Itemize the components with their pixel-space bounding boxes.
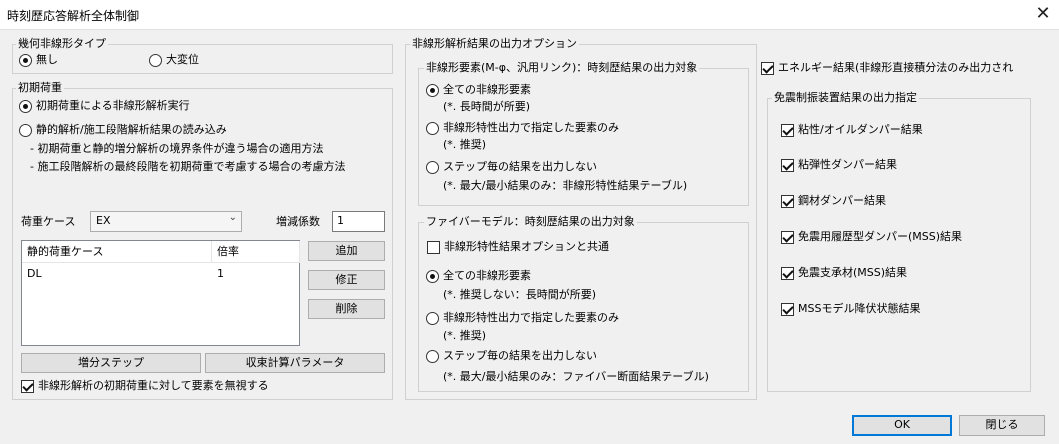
- column-header-load-case[interactable]: 静的荷重ケース: [22, 241, 212, 263]
- damper-item-checkbox-2[interactable]: [781, 159, 794, 172]
- initial-load-note-2: - 施工段階解析の最終段階を初期荷重で考慮する場合の考慮方法: [30, 160, 346, 173]
- elements-none-radio[interactable]: [426, 161, 439, 174]
- delete-button[interactable]: 削除: [308, 299, 385, 319]
- elements-specified-label: 非線形特性出力で指定した要素のみ: [443, 121, 619, 134]
- window-title: 時刻歴応答解析全体制御: [7, 9, 140, 23]
- geom-none-radio[interactable]: [19, 54, 32, 67]
- factor-label: 増減係数: [276, 215, 320, 228]
- initial-load-run-radio[interactable]: [19, 100, 32, 113]
- output-options-label: 非線形解析結果の出力オプション: [410, 37, 579, 51]
- damper-output-group: [767, 98, 1031, 392]
- energy-result-checkbox[interactable]: [761, 62, 774, 75]
- ignore-elements-label: 非線形解析の初期荷重に対して要素を無視する: [38, 379, 269, 392]
- table-row-factor[interactable]: 1: [212, 265, 300, 283]
- damper-item-label-4: 免震用履歴型ダンパー(MSS)結果: [798, 230, 963, 243]
- initial-load-read-label: 静的解析/施工段階解析結果の読み込み: [36, 123, 227, 136]
- load-case-combo[interactable]: EX ⌄: [90, 211, 242, 232]
- fiber-all-note: (*. 推奨しない：長時間が所要): [443, 288, 597, 301]
- initial-load-read-radio[interactable]: [19, 124, 32, 137]
- elements-none-note: (*. 最大/最小結果のみ：非線形特性結果テーブル): [443, 179, 688, 192]
- modify-button[interactable]: 修正: [308, 270, 385, 290]
- damper-item-label-2: 粘弾性ダンパー結果: [798, 158, 897, 171]
- fiber-model-label: ファイバーモデル：時刻歴結果の出力対象: [424, 215, 637, 229]
- geom-none-label: 無し: [36, 53, 58, 66]
- chevron-down-icon: ⌄: [228, 212, 237, 223]
- column-header-factor[interactable]: 倍率: [212, 241, 300, 263]
- damper-item-label-6: MSSモデル降伏状態結果: [798, 302, 921, 315]
- elements-none-label: ステップ毎の結果を出力しない: [443, 160, 597, 173]
- geom-large-label: 大変位: [166, 53, 199, 66]
- geom-nonlinear-label: 幾何非線形タイプ: [16, 37, 108, 51]
- load-case-value: EX: [96, 214, 111, 227]
- damper-item-label-5: 免震支承材(MSS)結果: [798, 266, 908, 279]
- ok-button[interactable]: OK: [852, 415, 952, 436]
- damper-item-checkbox-4[interactable]: [781, 231, 794, 244]
- nonlinear-elements-label: 非線形要素(M-φ、汎用リンク)：時刻歴結果の出力対象: [424, 61, 700, 75]
- fiber-specified-radio[interactable]: [426, 312, 439, 325]
- initial-load-run-label: 初期荷重による非線形解析実行: [36, 99, 190, 112]
- damper-item-checkbox-3[interactable]: [781, 195, 794, 208]
- initial-load-label: 初期荷重: [16, 81, 64, 95]
- load-case-label: 荷重ケース: [21, 215, 76, 228]
- fiber-none-note: (*. 最大/最小結果のみ：ファイバー断面結果テーブル): [443, 370, 709, 383]
- increment-step-button[interactable]: 増分ステップ: [21, 353, 201, 373]
- fiber-none-label: ステップ毎の結果を出力しない: [443, 349, 597, 362]
- damper-item-label-1: 粘性/オイルダンパー結果: [798, 123, 923, 136]
- initial-load-note-1: - 初期荷重と静的増分解析の境界条件が違う場合の適用方法: [30, 142, 324, 155]
- fiber-all-label: 全ての非線形要素: [443, 269, 531, 282]
- elements-specified-radio[interactable]: [426, 122, 439, 135]
- fiber-none-radio[interactable]: [426, 350, 439, 363]
- elements-all-note: (*. 長時間が所要): [443, 100, 531, 113]
- static-load-table[interactable]: 静的荷重ケース 倍率 DL 1: [21, 240, 300, 346]
- close-button[interactable]: 閉じる: [959, 415, 1045, 436]
- fiber-specified-label: 非線形特性出力で指定した要素のみ: [443, 311, 619, 324]
- close-icon[interactable]: ✕: [1031, 3, 1055, 25]
- fiber-all-radio[interactable]: [426, 270, 439, 283]
- title-bar: [0, 0, 1059, 30]
- damper-item-label-3: 鋼材ダンパー結果: [798, 194, 886, 207]
- damper-item-checkbox-1[interactable]: [781, 124, 794, 137]
- table-row-case[interactable]: DL: [22, 265, 212, 283]
- damper-output-label: 免震制振装置結果の出力指定: [772, 91, 919, 105]
- energy-result-label: エネルギー結果(非線形直接積分法のみ出力され: [778, 61, 1014, 74]
- factor-input[interactable]: 1: [332, 211, 385, 232]
- fiber-share-checkbox[interactable]: [427, 241, 440, 254]
- elements-all-label: 全ての非線形要素: [443, 83, 531, 96]
- geom-large-radio[interactable]: [149, 54, 162, 67]
- add-button[interactable]: 追加: [308, 241, 385, 261]
- damper-item-checkbox-5[interactable]: [781, 267, 794, 280]
- factor-value: 1: [337, 214, 344, 227]
- damper-item-checkbox-6[interactable]: [781, 303, 794, 316]
- elements-specified-note: (*. 推奨): [443, 138, 487, 151]
- fiber-share-label: 非線形特性結果オプションと共通: [444, 240, 609, 253]
- elements-all-radio[interactable]: [426, 84, 439, 97]
- fiber-specified-note: (*. 推奨): [443, 329, 487, 342]
- ignore-elements-checkbox[interactable]: [21, 380, 34, 393]
- convergence-param-button[interactable]: 収束計算パラメータ: [205, 353, 385, 373]
